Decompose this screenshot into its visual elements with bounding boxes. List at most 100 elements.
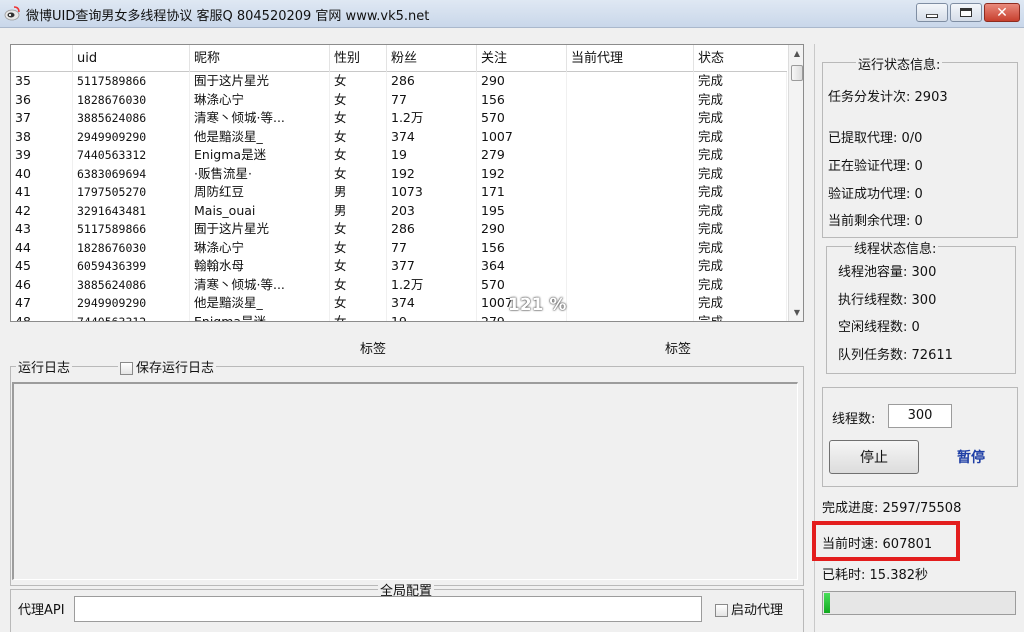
uid-cell: 1797505270: [73, 183, 190, 202]
fans-cell: 1.2万: [387, 275, 477, 294]
table-row[interactable]: 37 3885624086 清寒丶倾城·等... 女 1.2万 570 完成: [11, 109, 787, 128]
results-table[interactable]: uid 昵称 性别 粉丝 关注 当前代理 状态 35 5117589866 囿于这片…: [10, 44, 804, 322]
proxy-cell: [567, 164, 694, 183]
table-body: 35 5117589866 囿于这片星光女 286 290 完成 36 1828676030 琳…: [11, 72, 787, 321]
verifying-proxy-row: 正在验证代理: 0: [828, 155, 923, 174]
follows-cell: 279: [477, 146, 567, 165]
table-row[interactable]: 42 3291643481 Mais_ouai 男 203 195 完成: [11, 201, 787, 220]
row-index: 44: [11, 238, 73, 257]
uid-cell: 1828676030: [73, 90, 190, 109]
table-row[interactable]: 39 7440563312 Enigma是迷女 19 279 完成: [11, 146, 787, 165]
remaining-proxy-value: 0: [914, 214, 923, 229]
table-row[interactable]: 36 1828676030 琳涤心宁女 77 156 完成: [11, 90, 787, 109]
elapsed-time-value: 15.382秒: [869, 568, 929, 583]
follows-cell: 570: [477, 109, 567, 128]
gender-cell: 女: [330, 220, 387, 239]
enable-proxy-option[interactable]: 启动代理: [715, 599, 783, 618]
run-status-title: 运行状态信息:: [856, 54, 943, 73]
dispatch-count-value: 2903: [914, 90, 948, 105]
proxy-api-input[interactable]: [74, 596, 702, 622]
row-index: 45: [11, 257, 73, 276]
fans-cell: 377: [387, 257, 477, 276]
status-cell: 完成: [694, 238, 787, 257]
completion-progress-row: 完成进度: 2597/75508: [822, 497, 961, 516]
current-speed-label: 当前时速:: [822, 537, 879, 552]
nickname-cell: 囿于这片星光: [190, 72, 330, 91]
column-header-gender[interactable]: 性别: [330, 45, 387, 72]
table-row[interactable]: 44 1828676030 琳涤心宁女 77 156 完成: [11, 238, 787, 257]
queued-tasks-value: 72611: [911, 348, 953, 363]
active-threads-row: 执行线程数: 300: [838, 289, 936, 308]
table-row[interactable]: 35 5117589866 囿于这片星光女 286 290 完成: [11, 72, 787, 91]
status-cell: 完成: [694, 183, 787, 202]
elapsed-time-row: 已耗时: 15.382秒: [822, 564, 928, 583]
follows-cell: 156: [477, 238, 567, 257]
proxy-cell: [567, 294, 694, 313]
gender-cell: 女: [330, 146, 387, 165]
verified-proxy-value: 0: [914, 187, 923, 202]
nickname-cell: Mais_ouai: [190, 201, 330, 220]
table-row[interactable]: 48 7440563312 Enigma是迷女 19 279 完成: [11, 312, 787, 321]
fans-cell: 203: [387, 201, 477, 220]
tab-label-left[interactable]: 标签: [360, 338, 386, 357]
status-cell: 完成: [694, 294, 787, 313]
save-log-option[interactable]: 保存运行日志: [118, 357, 217, 376]
completion-progress-value: 2597/75508: [882, 501, 962, 516]
table-row[interactable]: 40 6383069694 ·贩售流星· 女 192 192 完成: [11, 164, 787, 183]
status-cell: 完成: [694, 312, 787, 321]
status-cell: 完成: [694, 275, 787, 294]
row-index: 41: [11, 183, 73, 202]
table-header: uid 昵称 性别 粉丝 关注 当前代理 状态: [11, 45, 787, 72]
proxy-cell: [567, 220, 694, 239]
elapsed-time-label: 已耗时:: [822, 568, 866, 583]
nickname-cell: 囿于这片星光: [190, 220, 330, 239]
stop-button[interactable]: 停止: [829, 440, 919, 474]
active-threads-value: 300: [911, 293, 937, 308]
table-row[interactable]: 47 2949909290 他是黯淡星_ 女 374 1007 完成: [11, 294, 787, 313]
progress-bar-fill: [824, 593, 830, 613]
scrollbar-thumb[interactable]: [791, 65, 803, 81]
proxy-cell: [567, 201, 694, 220]
uid-cell: 3885624086: [73, 109, 190, 128]
table-row[interactable]: 45 6059436399 翰翰水母女 377 364 完成: [11, 257, 787, 276]
pool-capacity-value: 300: [911, 265, 937, 280]
uid-cell: 3291643481: [73, 201, 190, 220]
column-header-index[interactable]: [11, 45, 73, 72]
nickname-cell: 他是黯淡星_: [190, 294, 330, 313]
fans-cell: 19: [387, 312, 477, 321]
column-header-status[interactable]: 状态: [694, 45, 787, 72]
table-row[interactable]: 46 3885624086 清寒丶倾城·等... 女 1.2万 570 完成: [11, 275, 787, 294]
table-row[interactable]: 43 5117589866 囿于这片星光女 286 290 完成: [11, 220, 787, 239]
enable-proxy-checkbox[interactable]: [715, 604, 728, 617]
column-header-follows[interactable]: 关注: [477, 45, 567, 72]
fans-cell: 286: [387, 72, 477, 91]
proxy-cell: [567, 146, 694, 165]
fans-cell: 286: [387, 220, 477, 239]
thread-count-input[interactable]: 300: [888, 404, 952, 428]
table-row[interactable]: 41 1797505270 周防红豆男 1073 171 完成: [11, 183, 787, 202]
status-cell: 完成: [694, 127, 787, 146]
maximize-button[interactable]: [950, 3, 982, 22]
column-header-proxy[interactable]: 当前代理: [567, 45, 694, 72]
remaining-proxy-label: 当前剩余代理:: [828, 214, 911, 229]
table-vertical-scrollbar[interactable]: ▲ ▼: [788, 45, 803, 321]
minimize-button[interactable]: [916, 3, 948, 22]
run-log-textarea[interactable]: [12, 382, 798, 580]
column-header-nickname[interactable]: 昵称: [190, 45, 330, 72]
pool-capacity-label: 线程池容量:: [838, 265, 908, 280]
column-header-fans[interactable]: 粉丝: [387, 45, 477, 72]
scroll-down-arrow-icon[interactable]: ▼: [789, 304, 803, 321]
tab-label-right[interactable]: 标签: [665, 338, 691, 357]
follows-cell: 570: [477, 275, 567, 294]
pause-link[interactable]: 暂停: [957, 447, 985, 467]
scroll-up-arrow-icon[interactable]: ▲: [789, 45, 803, 62]
idle-threads-row: 空闲线程数: 0: [838, 316, 920, 335]
fans-cell: 1073: [387, 183, 477, 202]
column-header-uid[interactable]: uid: [73, 45, 190, 72]
table-row[interactable]: 38 2949909290 他是黯淡星_ 女 374 1007 完成: [11, 127, 787, 146]
nickname-cell: 琳涤心宁: [190, 238, 330, 257]
close-button[interactable]: ✕: [984, 3, 1020, 22]
status-cell: 完成: [694, 109, 787, 128]
proxy-cell: [567, 312, 694, 321]
save-log-checkbox[interactable]: [120, 362, 133, 375]
